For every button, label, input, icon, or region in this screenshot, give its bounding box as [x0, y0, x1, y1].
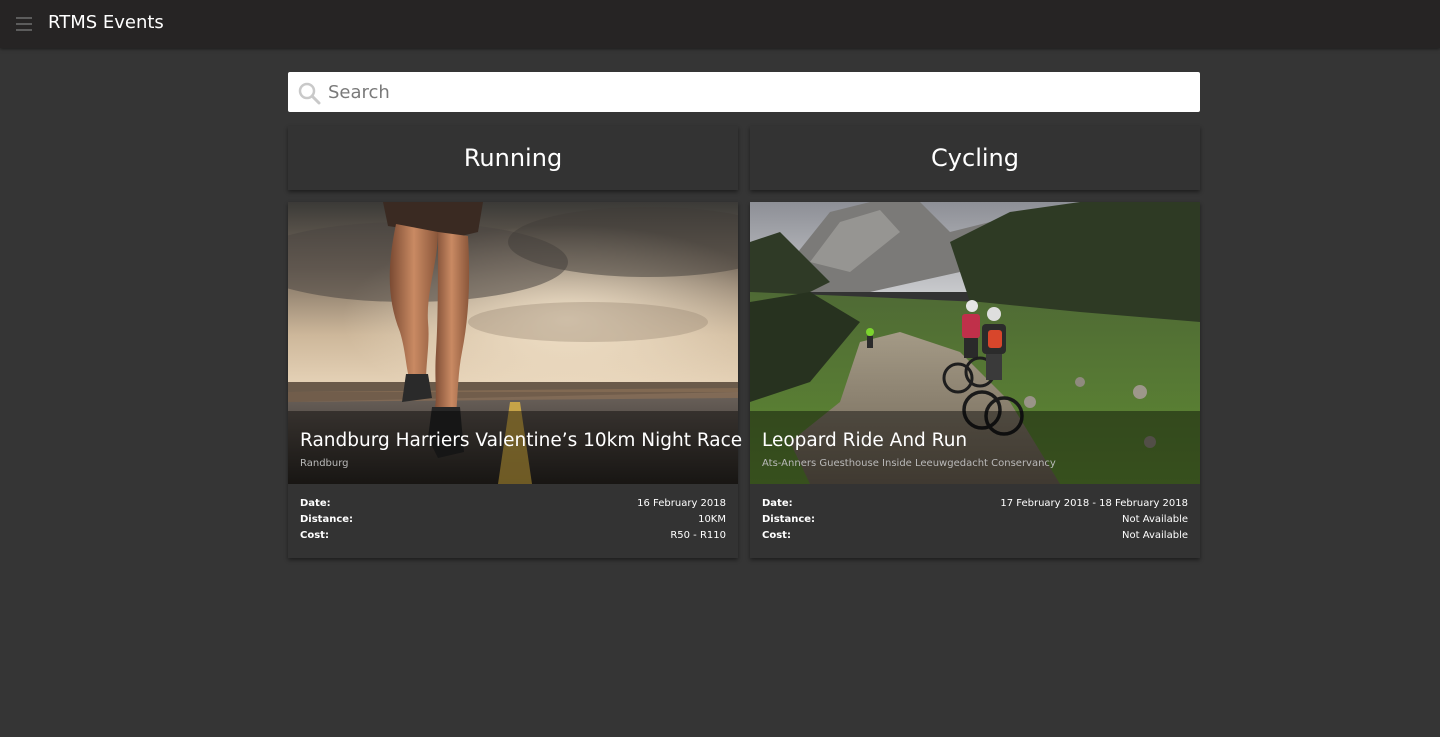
- event-date-row: Date: 17 February 2018 - 18 February 201…: [762, 496, 1188, 512]
- event-location: Ats-Anners Guesthouse Inside Leeuwgedach…: [762, 458, 1056, 469]
- event-card[interactable]: Randburg Harriers Valentine’s 10km Night…: [288, 202, 742, 558]
- event-title[interactable]: Leopard Ride And Run: [762, 429, 967, 453]
- event-card[interactable]: Leopard Ride And Run Ats-Anners Guesthou…: [750, 202, 1200, 558]
- event-cost-row: Cost: R50 - R110: [300, 528, 726, 544]
- app-bar: RTMS Events: [0, 0, 1440, 48]
- event-cost-row: Cost: Not Available: [762, 528, 1188, 544]
- cost-value: R50 - R110: [670, 530, 726, 541]
- search-input[interactable]: [328, 72, 1188, 112]
- event-distance-row: Distance: 10KM: [300, 512, 726, 528]
- search-bar: [288, 72, 1200, 112]
- distance-value: 10KM: [698, 514, 726, 525]
- menu-icon[interactable]: [16, 17, 32, 31]
- distance-value: Not Available: [1122, 514, 1188, 525]
- distance-label: Distance:: [300, 514, 354, 525]
- category-running[interactable]: Running: [288, 126, 738, 190]
- event-distance-row: Distance: Not Available: [762, 512, 1188, 528]
- search-icon: [298, 82, 321, 105]
- app-title: RTMS Events: [48, 12, 164, 33]
- date-value: 17 February 2018 - 18 February 2018: [1000, 498, 1188, 509]
- category-cycling[interactable]: Cycling: [750, 126, 1200, 190]
- cost-label: Cost:: [300, 530, 329, 541]
- event-date-row: Date: 16 February 2018: [300, 496, 726, 512]
- event-location: Randburg: [300, 458, 349, 469]
- distance-label: Distance:: [762, 514, 816, 525]
- cost-label: Cost:: [762, 530, 791, 541]
- date-value: 16 February 2018: [637, 498, 726, 509]
- event-title[interactable]: Randburg Harriers Valentine’s 10km Night…: [300, 429, 742, 453]
- date-label: Date:: [300, 498, 331, 509]
- cost-value: Not Available: [1122, 530, 1188, 541]
- date-label: Date:: [762, 498, 793, 509]
